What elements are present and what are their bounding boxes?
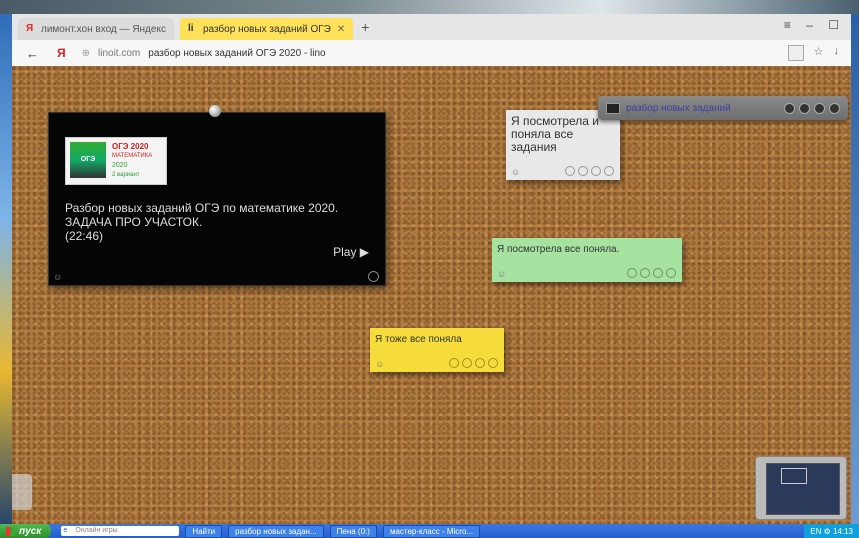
new-tab-button[interactable]: + — [361, 19, 369, 35]
taskbar-item-drive[interactable]: Пена (0:) — [329, 524, 377, 538]
minimap-selection[interactable] — [781, 468, 807, 484]
thumb-line-1: ОГЭ 2020 — [112, 142, 149, 151]
download-icon[interactable]: ↓ — [834, 45, 840, 61]
board-name[interactable]: разбор новых заданий — [626, 103, 731, 114]
tab-bar: Я лимонт.хон вход — Яндекс li разбор нов… — [12, 14, 851, 40]
lock-icon: ⊕ — [81, 47, 91, 59]
tab-label: лимонт.хон вход — Яндекс — [41, 23, 166, 35]
note-actions[interactable] — [565, 166, 614, 176]
pin-icon — [209, 105, 221, 117]
star-icon[interactable]: ☆ — [814, 45, 824, 61]
cork-board[interactable]: ОГЭ ОГЭ 2020 МАТЕМАТИКА 2020 2 вариант Р… — [12, 66, 851, 524]
desktop-top-strip — [0, 0, 859, 14]
minimap-view — [766, 463, 840, 515]
note-text: Я посмотрела все поняла. — [497, 244, 620, 255]
options-icon[interactable] — [368, 271, 379, 282]
scroll-left-handle[interactable] — [12, 474, 32, 510]
smiley-icon[interactable]: ☺ — [511, 167, 520, 177]
taskbar-item-browser[interactable]: разбор новых задан... — [228, 524, 324, 538]
desktop-left-strip — [0, 14, 12, 524]
note-actions[interactable] — [449, 358, 498, 368]
video-thumbnail[interactable]: ОГЭ ОГЭ 2020 МАТЕМАТИКА 2020 2 вариант — [65, 137, 167, 185]
note-text: Я тоже все поняла — [375, 334, 462, 345]
taskbar: пуск e Онлайн игры Найти разбор новых за… — [0, 524, 859, 538]
back-arrow-icon[interactable]: ← — [26, 46, 39, 61]
tab-linoit[interactable]: li разбор новых заданий ОГЭ ✕ — [179, 18, 354, 40]
tab-label: разбор новых заданий ОГЭ — [202, 23, 331, 35]
board-panel[interactable]: разбор новых заданий — [598, 96, 848, 120]
video-card[interactable]: ОГЭ ОГЭ 2020 МАТЕМАТИКА 2020 2 вариант Р… — [48, 105, 386, 286]
sticky-note-green[interactable]: Я посмотрела все поняла. ☺ — [492, 238, 682, 282]
note-actions[interactable] — [627, 268, 676, 278]
oge-logo: ОГЭ — [70, 142, 106, 178]
taskbar-item-word[interactable]: мастер-класс - Micro... — [382, 524, 481, 538]
play-button[interactable]: Play ▶ — [333, 245, 369, 259]
board-minimap[interactable] — [755, 456, 847, 520]
page-title[interactable]: разбор новых заданий ОГЭ 2020 - lino — [148, 48, 325, 59]
yandex-icon: Я — [26, 23, 34, 34]
tab-yandex[interactable]: Я лимонт.хон вход — Яндекс — [18, 18, 174, 40]
video-title: Разбор новых заданий ОГЭ по математике 2… — [65, 201, 339, 229]
search-text: Онлайн игры — [75, 527, 118, 534]
video-duration: (22:46) — [65, 229, 104, 243]
sticky-note-yellow[interactable]: Я тоже все поняла ☺ — [370, 328, 504, 372]
thumb-line-4: 2 вариант — [112, 172, 140, 178]
system-tray[interactable]: EN ⚙ 14:13 — [804, 524, 859, 538]
browser-window: Я лимонт.хон вход — Яндекс li разбор нов… — [12, 14, 851, 524]
start-label: пуск — [19, 525, 42, 537]
linoit-icon: li — [187, 23, 194, 34]
windows-logo-icon — [6, 526, 15, 536]
smiley-icon[interactable]: ☺ — [53, 272, 62, 282]
url-domain[interactable]: linoit.com — [98, 48, 140, 59]
smiley-icon[interactable]: ☺ — [497, 269, 506, 279]
thumb-line-3: 2020 — [112, 162, 128, 169]
note-text: Я посмотрела и поняла все задания — [511, 114, 599, 154]
quick-launch-find[interactable]: Найти — [185, 524, 223, 538]
sticky-note-gray[interactable]: Я посмотрела и поняла все задания ☺ — [506, 110, 620, 180]
yandex-logo-icon[interactable]: Я — [57, 46, 66, 60]
search-icon: e — [63, 527, 68, 534]
address-bar: ← Я ⊕ linoit.com разбор новых заданий ОГ… — [12, 40, 851, 67]
start-button[interactable]: пуск — [0, 524, 52, 538]
panel-buttons[interactable] — [784, 102, 840, 114]
taskbar-search[interactable]: e Онлайн игры — [61, 526, 180, 536]
window-controls[interactable]: ≡ – ☐ — [784, 18, 845, 32]
board-icon — [606, 102, 620, 114]
smiley-icon[interactable]: ☺ — [375, 359, 384, 369]
close-icon[interactable]: ✕ — [337, 24, 345, 35]
extension-icon[interactable] — [787, 45, 804, 61]
desktop-right-strip — [851, 14, 859, 524]
thumb-line-2: МАТЕМАТИКА — [112, 153, 153, 159]
